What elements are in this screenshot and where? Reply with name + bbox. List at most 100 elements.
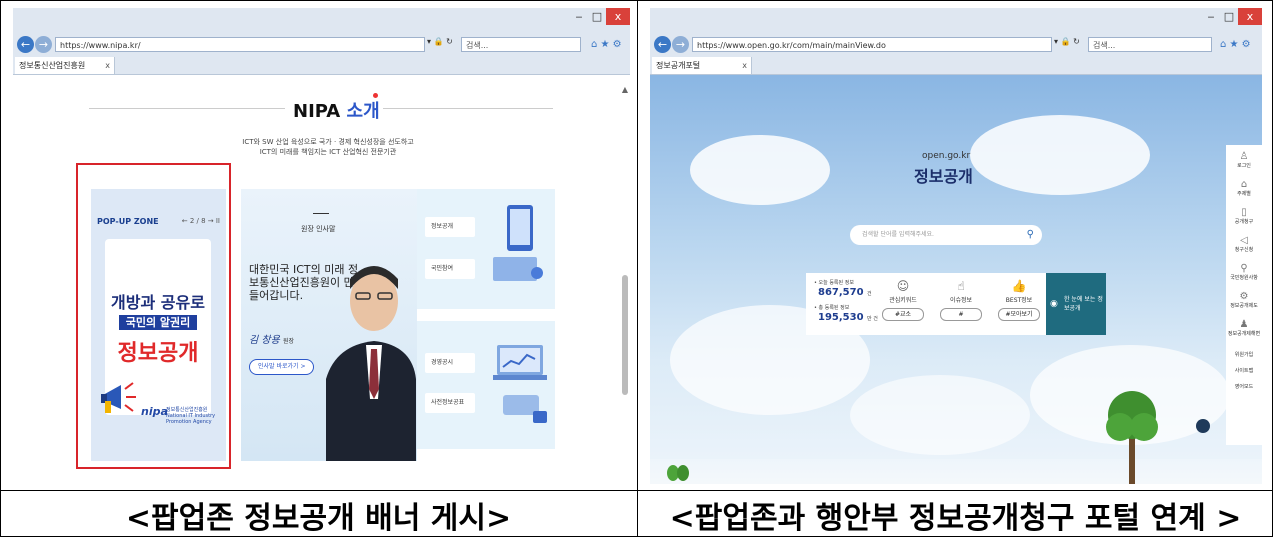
issue-label: 이슈정보 <box>949 297 973 304</box>
plant-icon <box>667 465 689 481</box>
side-login[interactable]: ♙ 로그인 <box>1226 151 1262 169</box>
quick-link-disclosure[interactable]: 정보공개 <box>425 217 475 237</box>
back-icon[interactable]: ← <box>654 36 671 53</box>
signature-name: 김 창용 <box>249 335 280 346</box>
side-label: 로그인 <box>1237 163 1251 169</box>
tab-nipa[interactable]: 정보통신산업진흥원 x <box>15 57 115 74</box>
address-bar[interactable]: https://www.nipa.kr/ <box>55 37 425 52</box>
search-icon: ⚲ <box>1240 263 1248 274</box>
greeting-link-button[interactable]: 인사말 바로가기 > <box>249 359 315 375</box>
address-bar[interactable]: https://www.open.go.kr/com/main/mainView… <box>692 37 1052 52</box>
side-sitemap[interactable]: 사이트맵 <box>1226 367 1262 374</box>
side-apply[interactable]: ◁ 청구신청 <box>1226 235 1262 253</box>
signature-role: 원장 <box>282 338 295 345</box>
ceo-greeting-panel: 원장 인사말 대한민국 ICT의 미래 정보통신산업진흥원이 만들어갑니다. 김… <box>241 189 417 461</box>
tree-illustration-icon <box>1106 391 1158 484</box>
tab-open-go-kr[interactable]: 정보공개포털 x <box>652 57 752 74</box>
scroll-up-icon[interactable]: ▲ <box>622 85 628 94</box>
search-icon[interactable]: ⚲ <box>1027 225 1034 245</box>
side-label: 위원가입 <box>1234 352 1254 358</box>
side-label: 공개청구 <box>1234 219 1254 225</box>
ceo-tag-rule <box>313 213 329 214</box>
site-logo-small: open.go.kr <box>922 151 971 161</box>
ceo-photo <box>326 266 416 461</box>
keyword-button[interactable]: #교소 <box>882 308 924 321</box>
quick-link-management[interactable]: 경영공시 <box>425 353 475 373</box>
tab-title: 정보공개포털 <box>656 61 701 70</box>
refresh-icon[interactable]: ▾ 🔒 ↻ <box>1054 37 1080 46</box>
laptop-illustration-icon <box>493 345 547 423</box>
best-label: BEST정보 <box>1005 297 1033 304</box>
back-icon[interactable]: ← <box>17 36 34 53</box>
thumbs-up-icon: 👍 <box>1011 279 1027 293</box>
home-star-gear-icon[interactable]: ⌂ ★ ⚙ <box>591 39 622 50</box>
minimize-button[interactable]: ‒ <box>570 10 588 23</box>
side-request[interactable]: ▯ 공개청구 <box>1226 207 1262 225</box>
page-description: ICT와 SW 산업 육성으로 국가 · 경제 혁신성장을 선도하고 ICT의 … <box>203 137 453 157</box>
quick-link-participation[interactable]: 국민참여 <box>425 259 475 279</box>
scrollbar[interactable] <box>622 275 628 395</box>
nipa-screenshot: ‒ □ x ← → https://www.nipa.kr/ ▾ 🔒 ↻ 검색.… <box>13 8 630 484</box>
eye-icon: ◉ <box>1050 299 1058 309</box>
portal-search-input[interactable]: 검색할 단어를 입력해주세요. ⚲ <box>850 225 1042 245</box>
maximize-button[interactable]: □ <box>588 10 606 23</box>
browser-chrome: ‒ □ x ← → https://www.open.go.kr/com/mai… <box>650 8 1262 60</box>
side-petition[interactable]: ⚲ 국민청원사항 <box>1226 263 1262 281</box>
issue-button[interactable]: # <box>940 308 982 321</box>
caption-left: <팝업존 정보공개 배너 게시> <box>125 501 512 536</box>
overview-text: 한 눈에 보는 정보공개 <box>1064 296 1103 312</box>
ground <box>650 459 1262 484</box>
keyword-column: ☺ 관심키워드 #교소 <box>878 279 928 321</box>
browser-search-input[interactable]: 검색... <box>1088 37 1212 52</box>
best-column: 👍 BEST정보 #모아보기 <box>994 279 1044 321</box>
phone-illustration-icon <box>493 205 543 281</box>
side-label: 정보공개제해변 <box>1227 331 1261 337</box>
stat-today-value: 867,570 <box>818 287 864 298</box>
minimize-button[interactable]: ‒ <box>1202 10 1220 23</box>
ceo-tag: 원장 인사말 <box>301 225 336 233</box>
caption-right: <팝업존과 행안부 정보공개청구 포털 연계 > <box>669 501 1242 536</box>
tab-close-icon[interactable]: x <box>105 57 110 74</box>
side-system[interactable]: ⚙ 정보공개제도 <box>1226 291 1262 309</box>
home-star-gear-icon[interactable]: ⌂ ★ ⚙ <box>1220 39 1251 50</box>
tab-close-icon[interactable]: x <box>742 57 747 74</box>
quick-link-prior-disclosure[interactable]: 사전정보공표 <box>425 393 475 413</box>
overview-banner[interactable]: ◉ 한 눈에 보는 정보공개 <box>1046 273 1106 335</box>
page-title: NIPA 소개 <box>293 97 380 123</box>
cloud <box>850 375 1030 455</box>
column-divider <box>637 0 638 537</box>
side-label: 사이트맵 <box>1234 368 1254 374</box>
quick-card-management: 경영공시 사전정보공표 <box>417 321 555 449</box>
hand-icon: ☝ <box>957 279 965 293</box>
title-dot <box>373 93 378 98</box>
side-join[interactable]: 위원가입 <box>1226 351 1262 358</box>
side-label: 청구신청 <box>1234 247 1254 253</box>
side-label: 영어모드 <box>1234 384 1254 390</box>
quick-side-menu: ♙ 로그인 ⌂ 주제별 ▯ 공개청구 ◁ 청구신청 ⚲ 국민청원사항 ⚙ 정보공개제도 ♟ 정… <box>1226 145 1262 445</box>
maximize-button[interactable]: □ <box>1220 10 1238 23</box>
search-placeholder: 검색할 단어를 입력해주세요. <box>862 231 934 238</box>
best-button[interactable]: #모아보기 <box>998 308 1040 321</box>
side-label: 국민청원사항 <box>1230 275 1258 281</box>
title-rule-right <box>383 108 553 109</box>
caption-divider <box>0 490 1273 491</box>
cloud <box>970 115 1150 195</box>
refresh-icon[interactable]: ▾ 🔒 ↻ <box>427 37 453 46</box>
browser-search-input[interactable]: 검색... <box>461 37 581 52</box>
close-window-button[interactable]: x <box>606 8 630 25</box>
side-english[interactable]: 영어모드 <box>1226 383 1262 390</box>
chatbot-icon[interactable] <box>1196 419 1210 433</box>
close-window-button[interactable]: x <box>1238 8 1262 25</box>
side-topic[interactable]: ⌂ 주제별 <box>1226 179 1262 197</box>
open-go-kr-page: open.go.kr 정보공개 검색할 단어를 입력해주세요. ⚲ • 오늘 등… <box>650 75 1262 484</box>
title-rule-left <box>89 108 285 109</box>
description-line: ICT와 SW 산업 육성으로 국가 · 경제 혁신성장을 선도하고 <box>242 138 414 146</box>
forward-icon[interactable]: → <box>35 36 52 53</box>
site-logo-title: 정보공개 <box>914 167 973 186</box>
forward-icon[interactable]: → <box>672 36 689 53</box>
side-label: 주제별 <box>1237 191 1251 197</box>
stat-total-value: 195,530 <box>818 312 864 323</box>
side-guide[interactable]: ♟ 정보공개제해변 <box>1226 319 1262 337</box>
stat-today-label: • 오늘 등록된 정보 <box>814 280 854 286</box>
highlight-box <box>76 163 231 469</box>
